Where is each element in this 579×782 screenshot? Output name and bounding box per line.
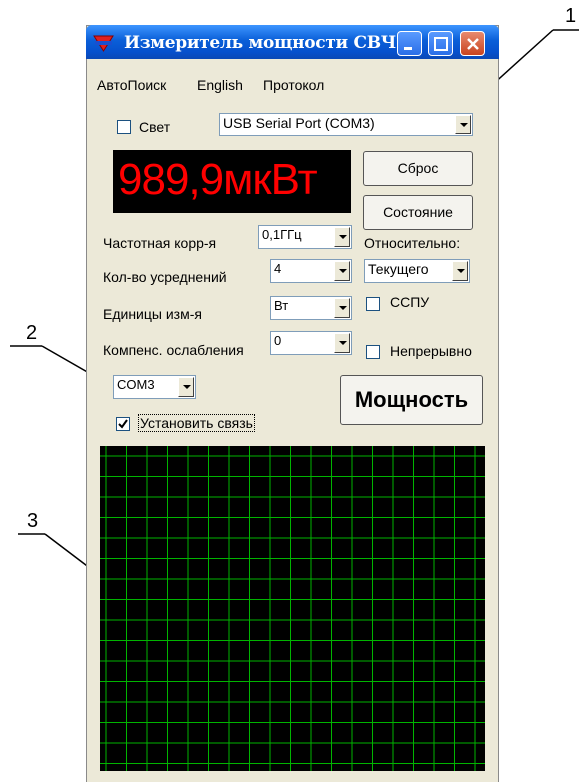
connect-checkbox[interactable]	[116, 417, 130, 431]
sspu-label: ССПУ	[390, 294, 430, 310]
status-button[interactable]: Состояние	[363, 195, 473, 230]
avg-select[interactable]: 4	[270, 259, 352, 283]
maximize-icon	[434, 37, 448, 51]
chevron-down-icon[interactable]	[178, 377, 194, 397]
power-button[interactable]: Мощность	[340, 375, 483, 425]
chevron-down-icon[interactable]	[334, 333, 350, 353]
relative-label: Относительно:	[364, 235, 461, 251]
sspu-checkbox[interactable]	[366, 297, 380, 311]
reset-button[interactable]: Сброс	[363, 151, 473, 186]
chevron-down-icon[interactable]	[452, 261, 468, 281]
annotation-2: 2	[26, 322, 38, 344]
window-title: Измеритель мощности СВЧ	[124, 33, 396, 53]
menu-item-protocol[interactable]: Протокол	[263, 77, 324, 93]
atten-label: Компенс. ослабления	[103, 342, 244, 358]
continuous-checkbox[interactable]	[366, 345, 380, 359]
port-select-value: USB Serial Port (COM3)	[223, 115, 375, 131]
app-icon	[93, 35, 114, 52]
relative-select[interactable]: Текущего	[364, 259, 470, 283]
relative-select-value: Текущего	[368, 261, 429, 277]
annotation-1: 1	[565, 5, 577, 27]
port-select[interactable]: USB Serial Port (COM3)	[219, 113, 473, 136]
avg-select-value: 4	[274, 261, 282, 276]
avg-label: Кол-во усреднений	[103, 269, 227, 285]
light-label: Свет	[139, 119, 171, 135]
connect-label: Установить связь	[138, 414, 255, 432]
power-reading: 989,9мкВт	[118, 155, 318, 204]
chevron-down-icon[interactable]	[334, 227, 350, 247]
com-select[interactable]: COM3	[113, 375, 196, 399]
atten-select-value: 0	[274, 333, 282, 348]
menu-item-autosearch[interactable]: АвтоПоиск	[97, 77, 166, 93]
freq-label: Частотная корр-я	[103, 235, 217, 251]
chevron-down-icon[interactable]	[455, 115, 471, 134]
close-icon	[467, 38, 479, 50]
menu-item-english[interactable]: English	[197, 77, 243, 93]
close-button[interactable]	[460, 31, 485, 56]
minimize-icon	[404, 47, 412, 50]
units-select-value: Вт	[274, 298, 289, 313]
units-label: Единицы изм-я	[103, 306, 202, 322]
checkmark-icon	[118, 419, 128, 429]
units-select[interactable]: Вт	[270, 296, 352, 320]
chevron-down-icon[interactable]	[334, 298, 350, 318]
maximize-button[interactable]	[428, 31, 453, 56]
minimize-button[interactable]	[397, 31, 422, 56]
annotation-3: 3	[27, 510, 39, 532]
freq-select-value: 0,1ГГц	[262, 227, 302, 242]
continuous-label: Непрерывно	[390, 343, 472, 359]
atten-select[interactable]: 0	[270, 331, 352, 355]
light-checkbox[interactable]	[117, 120, 131, 134]
freq-select[interactable]: 0,1ГГц	[258, 225, 352, 249]
power-graph	[100, 446, 485, 771]
chevron-down-icon[interactable]	[334, 261, 350, 281]
com-select-value: COM3	[117, 377, 155, 392]
